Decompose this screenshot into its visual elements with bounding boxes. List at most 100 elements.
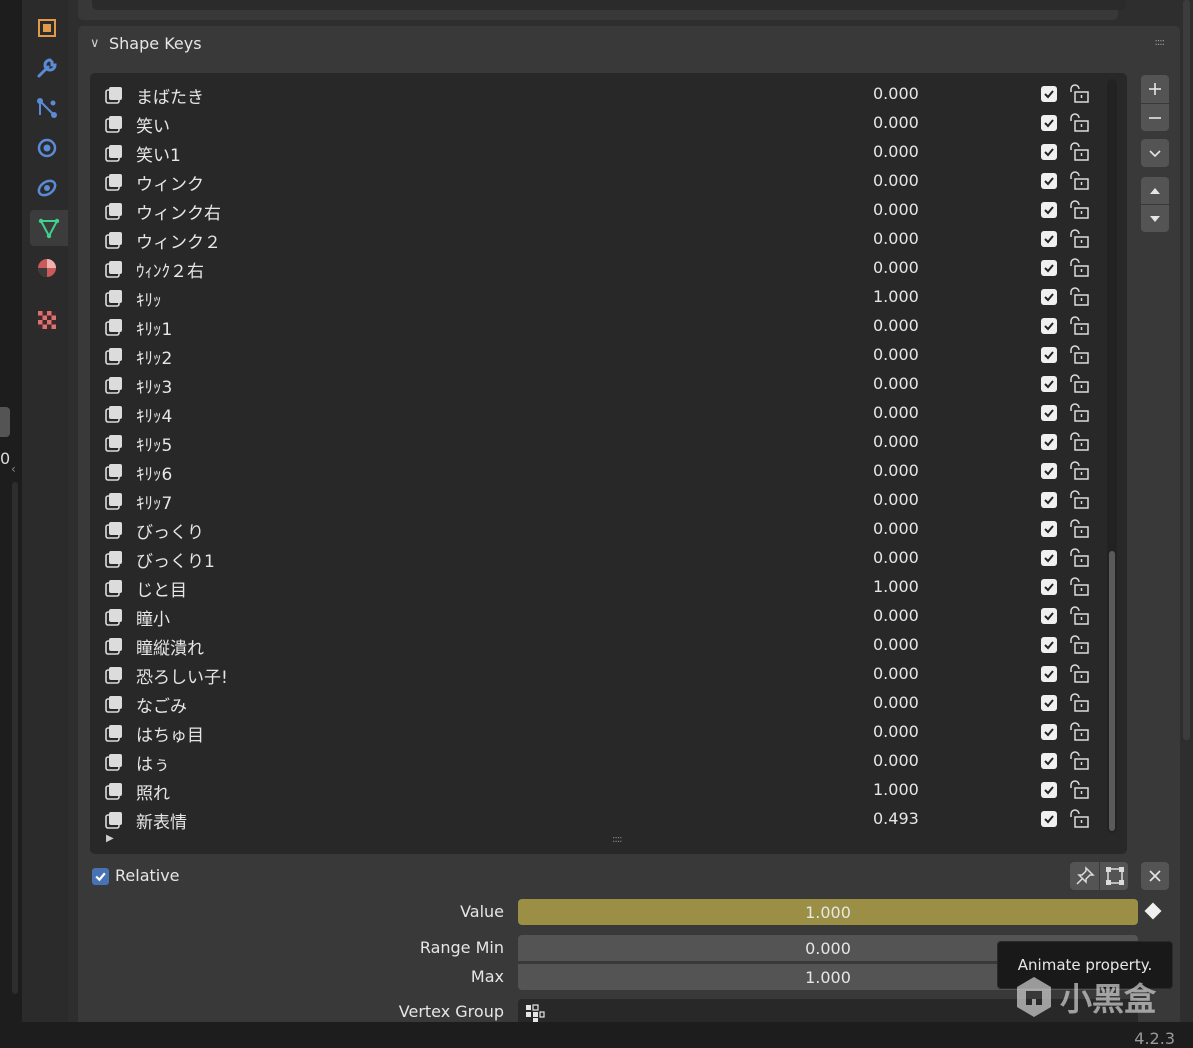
- shape-key-mute-checkbox[interactable]: [1041, 144, 1057, 160]
- triangle-right-icon[interactable]: ▶: [106, 833, 114, 844]
- shape-key-name[interactable]: びっくり: [136, 518, 204, 543]
- shape-key-value[interactable]: 1.000: [873, 577, 919, 596]
- shape-key-row[interactable]: 新表情 0.493: [90, 804, 1127, 833]
- shape-key-row[interactable]: ウィンク右 0.000: [90, 195, 1127, 224]
- shape-key-mute-checkbox[interactable]: [1041, 695, 1057, 711]
- relative-checkbox[interactable]: [92, 868, 109, 885]
- shape-key-value[interactable]: 0.000: [873, 432, 919, 451]
- shape-key-value[interactable]: 0.000: [873, 490, 919, 509]
- shape-key-mute-checkbox[interactable]: [1041, 202, 1057, 218]
- shape-key-row[interactable]: ｷﾘｯ3 0.000: [90, 369, 1127, 398]
- tab-physics[interactable]: [28, 130, 66, 166]
- unlocked-icon[interactable]: [1067, 373, 1091, 395]
- shape-key-row[interactable]: まばたき 0.000: [90, 79, 1127, 108]
- unlocked-icon[interactable]: [1067, 518, 1091, 540]
- shape-key-name[interactable]: ｷﾘｯ1: [136, 315, 172, 340]
- shape-key-row[interactable]: はぅ 0.000: [90, 746, 1127, 775]
- shape-key-row[interactable]: じと目 1.000: [90, 572, 1127, 601]
- shape-key-name[interactable]: 新表情: [136, 808, 187, 833]
- shape-key-value[interactable]: 1.000: [873, 780, 919, 799]
- shape-key-mute-checkbox[interactable]: [1041, 724, 1057, 740]
- chevron-down-icon[interactable]: ∨: [90, 36, 100, 51]
- shape-key-row[interactable]: ｷﾘｯ7 0.000: [90, 485, 1127, 514]
- tab-object[interactable]: [28, 10, 66, 46]
- shape-key-row[interactable]: ｷﾘｯ2 0.000: [90, 340, 1127, 369]
- shape-key-mute-checkbox[interactable]: [1041, 521, 1057, 537]
- shape-key-name[interactable]: ウィンク２: [136, 228, 221, 253]
- unlocked-icon[interactable]: [1067, 721, 1091, 743]
- unlocked-icon[interactable]: [1067, 141, 1091, 163]
- shape-key-name[interactable]: まばたき: [136, 83, 204, 108]
- add-shape-key-button[interactable]: [1141, 75, 1169, 103]
- unlocked-icon[interactable]: [1067, 808, 1091, 830]
- tab-mesh-data[interactable]: [30, 210, 68, 246]
- shape-key-value[interactable]: 0.000: [873, 751, 919, 770]
- shape-key-name[interactable]: なごみ: [136, 692, 187, 717]
- shape-key-name[interactable]: ｷﾘｯ7: [136, 489, 172, 514]
- tab-constraints[interactable]: [28, 170, 66, 206]
- unlocked-icon[interactable]: [1067, 257, 1091, 279]
- shape-key-row[interactable]: 瞳縦潰れ 0.000: [90, 630, 1127, 659]
- shape-key-row[interactable]: ｷﾘｯ 1.000: [90, 282, 1127, 311]
- move-down-button[interactable]: [1141, 205, 1169, 232]
- shape-key-row[interactable]: ｷﾘｯ4 0.000: [90, 398, 1127, 427]
- shape-key-mute-checkbox[interactable]: [1041, 608, 1057, 624]
- chevron-left-icon[interactable]: ‹: [11, 462, 16, 476]
- shape-key-value[interactable]: 1.000: [873, 287, 919, 306]
- shape-key-mute-checkbox[interactable]: [1041, 550, 1057, 566]
- tab-texture[interactable]: [28, 302, 66, 338]
- unlocked-icon[interactable]: [1067, 112, 1091, 134]
- shape-key-value[interactable]: 0.000: [873, 171, 919, 190]
- shape-key-mute-checkbox[interactable]: [1041, 347, 1057, 363]
- unlocked-icon[interactable]: [1067, 634, 1091, 656]
- unlocked-icon[interactable]: [1067, 576, 1091, 598]
- left-panel-widget[interactable]: [0, 407, 10, 437]
- shape-key-name[interactable]: ｷﾘｯ6: [136, 460, 172, 485]
- shape-key-value[interactable]: 0.000: [873, 635, 919, 654]
- shape-key-value[interactable]: 0.000: [873, 200, 919, 219]
- shape-key-mute-checkbox[interactable]: [1041, 579, 1057, 595]
- shape-key-name[interactable]: ｷﾘｯ3: [136, 373, 172, 398]
- shape-key-name[interactable]: ウィンク右: [136, 199, 221, 224]
- list-scrollbar-thumb[interactable]: [1109, 551, 1115, 831]
- unlocked-icon[interactable]: [1067, 228, 1091, 250]
- shape-key-name[interactable]: 笑い1: [136, 141, 181, 166]
- shape-key-row[interactable]: はちゅ目 0.000: [90, 717, 1127, 746]
- shape-key-name[interactable]: 瞳小: [136, 605, 170, 630]
- unlocked-icon[interactable]: [1067, 605, 1091, 627]
- shape-key-value[interactable]: 0.000: [873, 84, 919, 103]
- move-up-button[interactable]: [1141, 177, 1169, 204]
- shape-key-mute-checkbox[interactable]: [1041, 463, 1057, 479]
- shape-key-name[interactable]: はぅ: [136, 750, 170, 775]
- unlocked-icon[interactable]: [1067, 750, 1091, 772]
- shape-key-name[interactable]: ｷﾘｯ5: [136, 431, 172, 456]
- shape-key-value[interactable]: 0.000: [873, 461, 919, 480]
- properties-scrollbar[interactable]: [1183, 0, 1190, 740]
- shape-key-mute-checkbox[interactable]: [1041, 753, 1057, 769]
- shape-key-mute-checkbox[interactable]: [1041, 405, 1057, 421]
- shape-key-value[interactable]: 0.000: [873, 693, 919, 712]
- shape-key-value[interactable]: 0.000: [873, 316, 919, 335]
- tab-material[interactable]: [28, 250, 66, 286]
- shape-key-mute-checkbox[interactable]: [1041, 666, 1057, 682]
- shape-key-mute-checkbox[interactable]: [1041, 318, 1057, 334]
- left-scrollbar[interactable]: [12, 482, 18, 994]
- shape-key-value[interactable]: 0.000: [873, 403, 919, 422]
- shape-key-value[interactable]: 0.000: [873, 548, 919, 567]
- unlocked-icon[interactable]: [1067, 779, 1091, 801]
- unlocked-icon[interactable]: [1067, 692, 1091, 714]
- shape-key-row[interactable]: ウィンク 0.000: [90, 166, 1127, 195]
- shape-key-lock-button[interactable]: [1070, 862, 1099, 890]
- shape-key-row[interactable]: 照れ 1.000: [90, 775, 1127, 804]
- shape-key-mute-checkbox[interactable]: [1041, 376, 1057, 392]
- shape-key-value[interactable]: 0.493: [873, 809, 919, 828]
- value-slider[interactable]: 1.000: [518, 899, 1138, 925]
- shape-key-row[interactable]: 笑い 0.000: [90, 108, 1127, 137]
- shape-key-name[interactable]: 恐ろしい子!: [136, 663, 228, 688]
- shape-key-value[interactable]: 0.000: [873, 258, 919, 277]
- shape-key-row[interactable]: ウィンク２ 0.000: [90, 224, 1127, 253]
- shape-key-name[interactable]: ｷﾘｯ4: [136, 402, 172, 427]
- unlocked-icon[interactable]: [1067, 199, 1091, 221]
- list-resize-grip-icon[interactable]: ::::: [612, 834, 623, 845]
- remove-shape-key-button[interactable]: [1141, 104, 1169, 131]
